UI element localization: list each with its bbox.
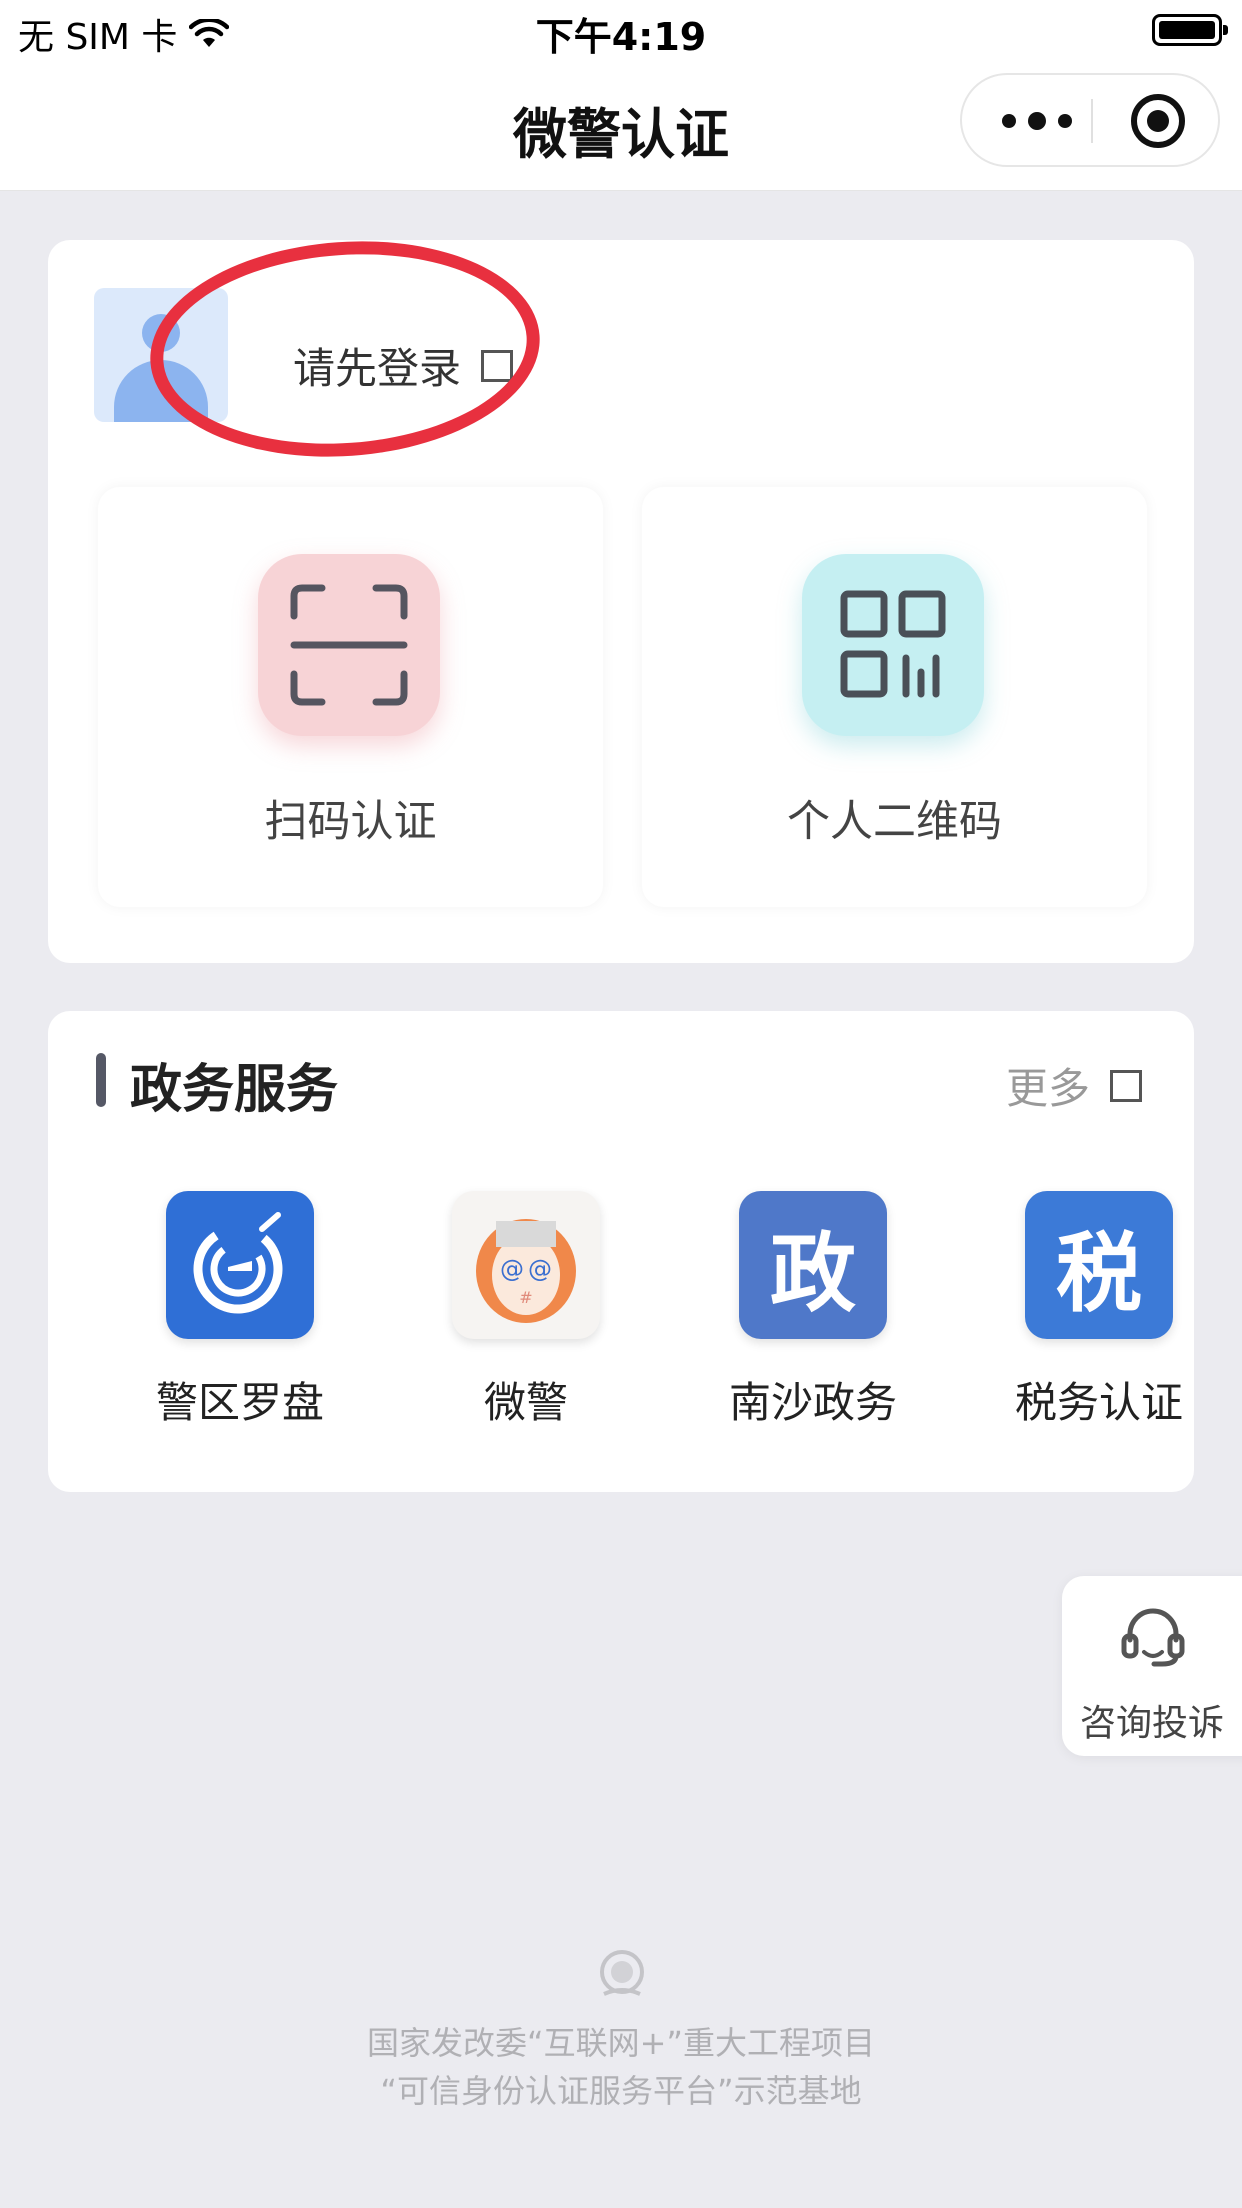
qr-code-icon: [802, 554, 984, 736]
services-card: 政务服务 更多 警区罗盘 @ @ # 微警 政 南沙政务 税 税务认证: [48, 1011, 1194, 1492]
section-accent-bar: [96, 1053, 106, 1107]
battery-icon: [1152, 14, 1228, 46]
missing-glyph-icon: [481, 349, 514, 382]
consult-label: 咨询投诉: [1080, 1703, 1225, 1744]
more-dots-icon[interactable]: [1002, 111, 1072, 131]
service-label: 税务认证: [1014, 1378, 1183, 1427]
target-close-icon[interactable]: [1131, 94, 1185, 148]
police-compass-icon: [166, 1191, 314, 1339]
clock: 下午4:19: [535, 15, 707, 59]
miniprogram-capsule: [960, 73, 1220, 167]
zheng-character-icon: 政: [739, 1191, 887, 1339]
section-title: 政务服务: [130, 1060, 339, 1120]
scan-frame-icon: [258, 554, 440, 736]
missing-glyph-icon: [1110, 1069, 1142, 1102]
user-avatar-icon[interactable]: [94, 288, 228, 422]
user-card: 请先登录 扫码认证 个人二维码: [48, 228, 1194, 963]
service-label: 微警: [483, 1378, 568, 1427]
consult-complaint-button[interactable]: 咨询投诉: [1062, 1576, 1242, 1756]
national-emblem-icon: [600, 1950, 644, 1996]
login-link[interactable]: 请先登录: [293, 335, 514, 396]
more-link[interactable]: 更多: [1006, 1055, 1142, 1116]
capsule-divider: [1091, 99, 1093, 143]
service-label: 南沙政务: [728, 1378, 897, 1427]
scan-auth-label: 扫码认证: [264, 797, 437, 847]
headset-icon: [1121, 1608, 1185, 1667]
login-prompt[interactable]: 请先登录: [293, 335, 461, 396]
scan-auth-button[interactable]: 扫码认证: [98, 487, 603, 907]
personal-qr-button[interactable]: 个人二维码: [642, 487, 1147, 907]
personal-qr-label: 个人二维码: [787, 797, 1002, 847]
footer-line-1: 国家发改委“互联网+”重大工程项目: [367, 2024, 875, 2062]
svg-text:@: @: [528, 1255, 552, 1283]
more-label[interactable]: 更多: [1006, 1055, 1090, 1116]
weijing-cartoon-icon: @ @ #: [452, 1191, 600, 1339]
svg-text:@: @: [500, 1255, 524, 1283]
svg-text:#: #: [519, 1288, 532, 1307]
status-bar: 无 SIM 卡 下午4:19: [0, 0, 1242, 60]
footer-line-2: “可信身份认证服务平台”示范基地: [380, 2072, 862, 2110]
service-label: 警区罗盘: [155, 1378, 324, 1427]
nav-bar: 微警认证: [0, 60, 1242, 191]
shui-character-icon: 税: [1025, 1191, 1173, 1339]
